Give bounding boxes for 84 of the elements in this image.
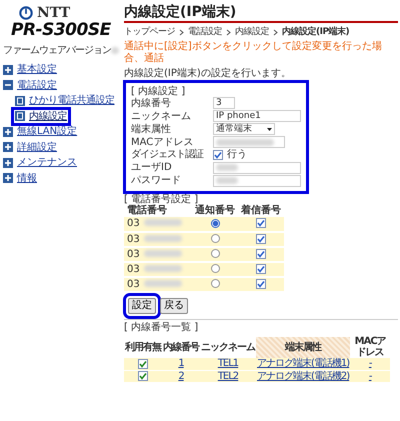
radio-button[interactable] [210, 279, 220, 288]
checkbox[interactable] [138, 358, 148, 369]
column-header[interactable]: ニックネーム [200, 337, 256, 358]
warning-message: 通話中に[設定]ボタンをクリックして設定変更を行った場合、通話 [124, 41, 383, 64]
model-name: PR-S300SE [11, 20, 111, 40]
sidebar-item[interactable]: 基本設定 [17, 64, 57, 76]
section-heading: [ 電話番号設定 ] [124, 194, 198, 205]
table-link[interactable]: - [368, 358, 372, 370]
firmware-label: ファームウェアバージョン [3, 44, 111, 56]
checkbox[interactable] [213, 150, 223, 160]
radio-button[interactable] [210, 249, 220, 258]
input-field[interactable]: IP phone1 [213, 110, 301, 122]
checkbox[interactable] [256, 234, 266, 244]
sidebar-subitem[interactable]: 内線設定 [29, 110, 67, 122]
section-heading: [ 内線番号一覧 ] [124, 322, 200, 334]
expand-icon[interactable] [3, 126, 13, 137]
field-label: ダイジェスト認証 [131, 149, 204, 161]
sidebar-item[interactable]: 無線LAN設定 [17, 126, 78, 138]
breadcrumb-link[interactable]: 電話設定 [188, 27, 222, 38]
expand-icon[interactable] [3, 142, 13, 152]
checkbox-label: 行う [227, 149, 247, 161]
sidebar-item[interactable]: 詳細設定 [17, 142, 57, 154]
chevron-icon [179, 28, 184, 36]
chevron-icon [226, 28, 231, 36]
table-link[interactable]: - [368, 370, 372, 382]
breadcrumb-current: 内線設定(IP端末) [282, 27, 350, 38]
description: 内線設定(IP端末)の設定を行います。 [124, 68, 292, 80]
radio-button[interactable] [210, 234, 220, 244]
column-header: 電話番号 [124, 205, 192, 217]
page-icon [15, 96, 25, 106]
collapse-icon[interactable] [3, 80, 13, 90]
table-link[interactable]: アナログ端末(電話機1) [257, 358, 350, 370]
radio-button[interactable] [210, 264, 220, 274]
input-value: IP phone1 [216, 111, 261, 122]
checkbox[interactable] [256, 278, 266, 289]
table-link[interactable]: 1 [178, 358, 184, 370]
field-label: 内線番号 [131, 98, 172, 110]
checkbox[interactable] [256, 264, 266, 274]
column-header: 通知番号 [192, 205, 238, 217]
input-field[interactable] [213, 136, 285, 148]
select-field[interactable]: 通常端末 [213, 123, 275, 136]
phone-number: 03 [127, 234, 140, 245]
sidebar-item[interactable]: 電話設定 [17, 80, 57, 92]
input-value: 3 [216, 98, 222, 109]
column-header: 着信番号 [238, 205, 284, 217]
phone-number: 03 [127, 218, 140, 230]
action-button[interactable]: 戻る [160, 298, 188, 314]
input-field[interactable]: 3 [213, 97, 235, 110]
select-value: 通常端末 [216, 124, 252, 135]
field-label: MACアドレス [131, 136, 194, 148]
radio-button[interactable] [210, 218, 220, 228]
checkbox[interactable] [256, 248, 266, 259]
sidebar-item[interactable]: メンテナンス [17, 157, 77, 169]
chevron-icon [273, 28, 278, 36]
expand-icon[interactable] [3, 64, 13, 75]
column-header[interactable]: 端末属性 [256, 337, 350, 358]
table-link[interactable]: 2 [178, 370, 184, 382]
input-field[interactable] [213, 162, 301, 174]
expand-icon[interactable] [3, 173, 13, 184]
expand-icon[interactable] [3, 158, 13, 168]
field-label: パスワード [131, 175, 182, 187]
input-field[interactable] [213, 174, 301, 187]
field-label: ニックネーム [131, 110, 192, 122]
checkbox[interactable] [256, 218, 266, 228]
brand-name: NTT [37, 5, 70, 22]
table-link[interactable]: アナログ端末(電話機2) [257, 370, 350, 382]
field-label: ユーザID [131, 162, 173, 174]
column-header[interactable]: 内線番号 [162, 337, 200, 358]
breadcrumb-link[interactable]: トップページ [124, 27, 175, 38]
phone-number: 03 [127, 248, 140, 260]
breadcrumb-link[interactable]: 内線設定 [235, 27, 269, 38]
dropdown-arrow-icon [267, 128, 272, 131]
sidebar-subitem[interactable]: ひかり電話共通設定 [29, 95, 114, 107]
page-title: 内線設定(IP端末) [124, 4, 398, 24]
phone-number: 03 [127, 264, 140, 275]
column-header[interactable]: 利用有無 [124, 337, 162, 358]
checkbox[interactable] [138, 371, 148, 382]
sidebar-item[interactable]: 情報 [17, 172, 37, 184]
column-header[interactable]: MACアドレス [350, 337, 390, 358]
section-heading: [ 内線設定 ] [131, 86, 186, 98]
field-label: 端末属性 [131, 124, 172, 136]
logo-icon [19, 6, 33, 20]
page-icon [15, 111, 25, 122]
phone-number: 03 [127, 278, 140, 290]
